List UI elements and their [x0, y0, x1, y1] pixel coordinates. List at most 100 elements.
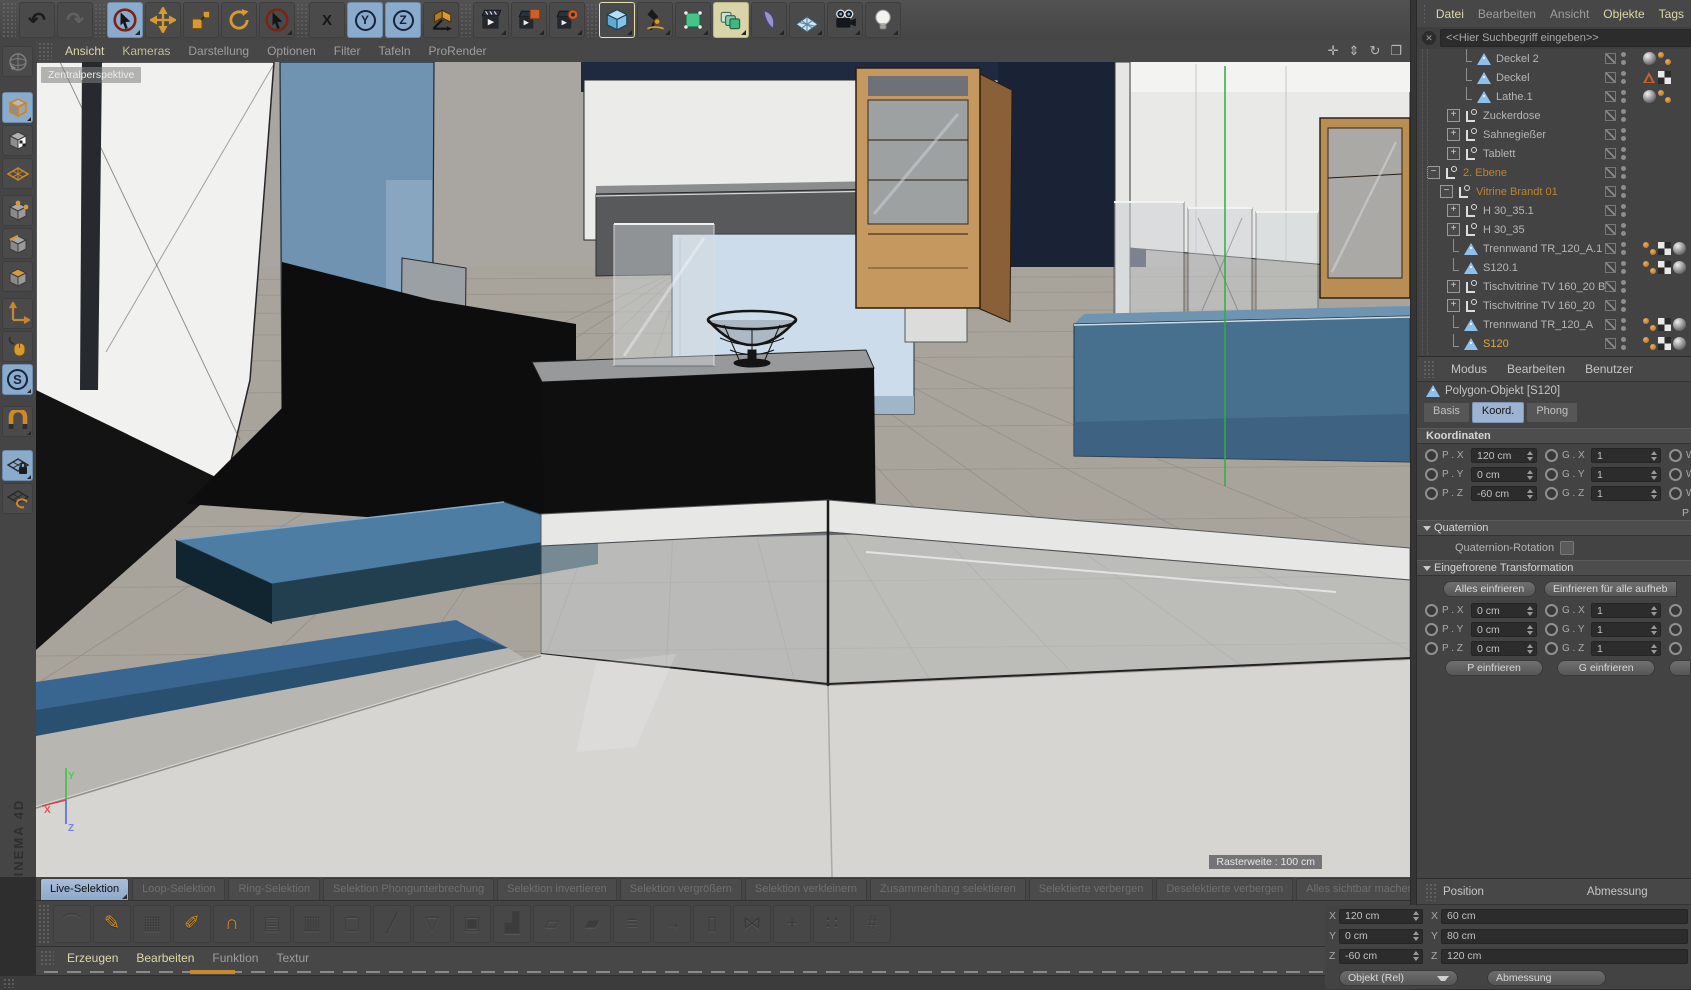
object-tree-row[interactable]: Tischvitrine TV 160_20: [1417, 296, 1691, 315]
layer-toggle-icon[interactable]: [1605, 72, 1616, 83]
object-tree-row[interactable]: Vitrine Brandt 01: [1417, 182, 1691, 201]
visibility-toggles[interactable]: [1605, 165, 1639, 180]
arc-tool-icon[interactable]: ⌒: [53, 905, 91, 943]
weight-tool-icon[interactable]: ▟: [493, 905, 531, 943]
object-tree-row[interactable]: Trennwand TR_120_A.1: [1417, 239, 1691, 258]
keyframe-circle-icon[interactable]: [1545, 623, 1558, 636]
weld-tool-icon[interactable]: #: [853, 905, 891, 943]
selection-tab[interactable]: Selektion Phongunterbrechung: [323, 878, 494, 900]
visibility-toggles[interactable]: [1605, 146, 1639, 161]
object-tree-row[interactable]: Trennwand TR_120_A: [1417, 315, 1691, 334]
editor-render-dots-icon[interactable]: [1621, 185, 1626, 198]
object-label[interactable]: H 30_35.1: [1483, 205, 1534, 217]
expander-icon[interactable]: [1447, 242, 1460, 255]
keyframe-circle-icon[interactable]: [1669, 642, 1682, 655]
object-label[interactable]: Tablett: [1483, 148, 1515, 160]
material-tag-icon[interactable]: [1643, 90, 1656, 103]
snap-enable-button[interactable]: [2, 406, 33, 437]
editor-render-dots-icon[interactable]: [1621, 242, 1626, 255]
expander-icon[interactable]: [1447, 109, 1460, 122]
stepper-icon[interactable]: [1525, 604, 1534, 617]
position-mode-dropdown[interactable]: Objekt (Rel): [1339, 970, 1458, 986]
viewport-menu-item[interactable]: ProRender: [429, 44, 487, 58]
visibility-toggles[interactable]: [1605, 222, 1639, 237]
expander-icon[interactable]: [1447, 299, 1460, 312]
render-to-picture-viewer-button[interactable]: [511, 2, 547, 38]
keyframe-circle-icon[interactable]: [1425, 642, 1438, 655]
expander-icon[interactable]: [1460, 90, 1473, 103]
layer-toggle-icon[interactable]: [1605, 243, 1616, 254]
object-axis-mode-button[interactable]: [2, 298, 33, 329]
editor-render-dots-icon[interactable]: [1621, 147, 1626, 160]
phong-tag-icon[interactable]: [1643, 71, 1656, 84]
attribute-tab[interactable]: Phong: [1526, 402, 1578, 423]
mirror-tool-icon[interactable]: ⋈: [733, 905, 771, 943]
layer-toggle-icon[interactable]: [1605, 186, 1616, 197]
visibility-toggles[interactable]: [1605, 184, 1639, 199]
dots-tag-icon[interactable]: [1658, 90, 1671, 103]
object-manager-menu-item[interactable]: Objekte: [1603, 7, 1644, 21]
attribute-tab[interactable]: Koord.: [1472, 402, 1524, 423]
knife-tool-icon[interactable]: ✎: [93, 905, 131, 943]
object-tree-row[interactable]: Deckel: [1417, 68, 1691, 87]
keyframe-circle-icon[interactable]: [1669, 449, 1682, 462]
selection-tab[interactable]: Loop-Selektion: [132, 878, 225, 900]
expander-icon[interactable]: [1460, 52, 1473, 65]
move-tool-button[interactable]: [145, 2, 181, 38]
object-tree-row[interactable]: 2. Ebene: [1417, 163, 1691, 182]
visibility-toggles[interactable]: [1605, 203, 1639, 218]
size-input[interactable]: 1: [1591, 622, 1661, 637]
object-label[interactable]: Sahnegießer: [1483, 129, 1546, 141]
selection-tab[interactable]: Zusammenhang selektieren: [870, 878, 1026, 900]
freeze-r-button[interactable]: [1669, 660, 1691, 676]
layer-toggle-icon[interactable]: [1605, 148, 1616, 159]
cone-cut-tool-icon[interactable]: ▽: [413, 905, 451, 943]
object-tree-row[interactable]: H 30_35.1: [1417, 201, 1691, 220]
redo-button[interactable]: ↷: [57, 2, 93, 38]
material-tag-icon[interactable]: [1673, 337, 1686, 350]
object-label[interactable]: Trennwand TR_120_A: [1483, 319, 1593, 331]
object-label[interactable]: Deckel 2: [1496, 53, 1539, 65]
visibility-toggles[interactable]: [1605, 336, 1639, 351]
model-mode-button[interactable]: [2, 92, 33, 123]
stitch-and-sew-tool-icon[interactable]: ▦: [133, 905, 171, 943]
material-tag-icon[interactable]: [1673, 242, 1686, 255]
freeze-all-button[interactable]: Alles einfrieren: [1443, 581, 1536, 597]
dots-tag-icon[interactable]: [1643, 337, 1656, 350]
lock-z-axis-button[interactable]: Z: [385, 2, 421, 38]
bottom-menu-item[interactable]: Bearbeiten: [136, 951, 194, 965]
selection-tab[interactable]: Selektion verkleinern: [745, 878, 867, 900]
stepper-icon[interactable]: [1649, 449, 1658, 462]
bottom-menu-item[interactable]: Erzeugen: [67, 951, 118, 965]
bottom-menu-grip[interactable]: [40, 950, 54, 966]
object-tree-row[interactable]: S120: [1417, 334, 1691, 353]
layer-toggle-icon[interactable]: [1605, 262, 1616, 273]
rotate-view-icon[interactable]: ↻: [1369, 43, 1380, 59]
stepper-icon[interactable]: [1649, 623, 1658, 636]
scale-tool-button[interactable]: [183, 2, 219, 38]
magnet-tool-icon[interactable]: ∩: [213, 905, 251, 943]
object-label[interactable]: Tischvitrine TV 160_20 B: [1483, 281, 1605, 293]
viewport-menu-item[interactable]: Filter: [334, 44, 361, 58]
clear-search-icon[interactable]: ✕: [1422, 31, 1436, 45]
expander-icon[interactable]: [1447, 318, 1460, 331]
planar-workplane-button[interactable]: [2, 483, 33, 514]
frozen-transform-section-header[interactable]: Eingefrorene Transformation: [1417, 560, 1691, 576]
position-input[interactable]: -60 cm: [1471, 486, 1537, 501]
editor-render-dots-icon[interactable]: [1621, 280, 1626, 293]
add-cube-object-button[interactable]: [599, 2, 635, 38]
keyframe-circle-icon[interactable]: [1669, 604, 1682, 617]
keyframe-circle-icon[interactable]: [1425, 449, 1438, 462]
object-label[interactable]: Zuckerdose: [1483, 110, 1540, 122]
object-label[interactable]: Deckel: [1496, 72, 1530, 84]
dots-tag-icon[interactable]: [1643, 261, 1656, 274]
editor-render-dots-icon[interactable]: [1621, 299, 1626, 312]
render-view-button[interactable]: [473, 2, 509, 38]
object-label[interactable]: S120: [1483, 338, 1509, 350]
expander-icon[interactable]: [1447, 223, 1460, 236]
visibility-toggles[interactable]: [1605, 127, 1639, 142]
viewport-canvas[interactable]: Zentralperspektive Rasterweite : 100 cm …: [36, 62, 1410, 877]
rotate-tool-button[interactable]: [221, 2, 257, 38]
selection-tab[interactable]: Live-Selektion: [40, 878, 129, 900]
add-subdivision-surface-button[interactable]: [675, 2, 711, 38]
